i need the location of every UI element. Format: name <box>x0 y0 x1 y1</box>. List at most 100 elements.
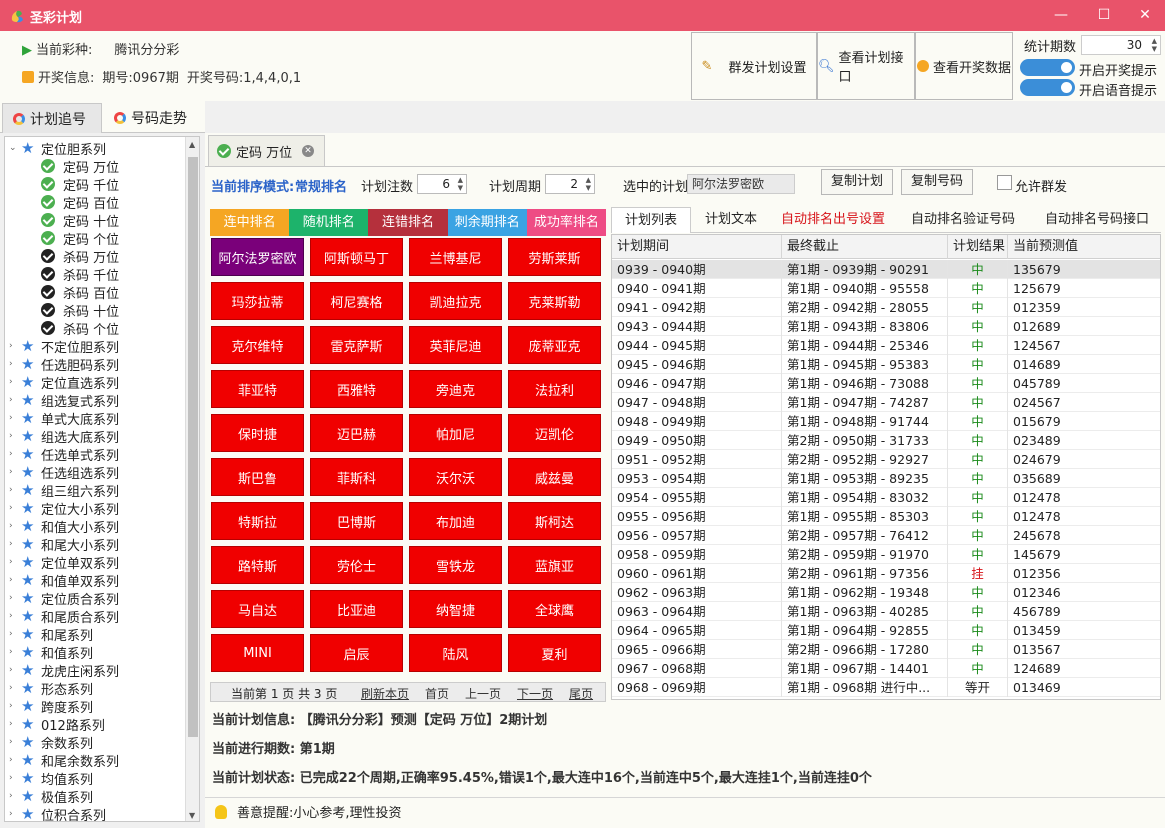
tree-group[interactable]: › ★ 任选组选系列 <box>9 463 119 482</box>
plan-button[interactable]: 斯柯达 <box>508 502 601 540</box>
plan-button[interactable]: 夏利 <box>508 634 601 672</box>
refresh-page-link[interactable]: 刷新本页 <box>361 685 409 702</box>
tree-group[interactable]: › ★ 形态系列 <box>9 679 93 698</box>
plan-tab[interactable]: 定码 万位 ✕ <box>208 135 325 166</box>
collapse-caret-icon[interactable]: › <box>9 611 21 621</box>
copy-code-button[interactable]: 复制号码 <box>901 169 973 195</box>
plan-button[interactable]: 凯迪拉克 <box>409 282 502 320</box>
plan-button[interactable]: 英菲尼迪 <box>409 326 502 364</box>
plan-button[interactable]: 比亚迪 <box>310 590 403 628</box>
tree-item[interactable]: 定码 百位 <box>41 193 119 212</box>
collapse-caret-icon[interactable]: › <box>9 485 21 495</box>
selected-plan-field[interactable]: 阿尔法罗密欧 <box>687 174 795 194</box>
tree-item[interactable]: 杀码 十位 <box>41 301 119 320</box>
tree-item[interactable]: 杀码 千位 <box>41 265 119 284</box>
collapse-caret-icon[interactable]: › <box>9 521 21 531</box>
table-row[interactable]: 0955 - 0956期 第1期 - 0955期 - 85303 中 012478 <box>612 507 1160 526</box>
plan-button[interactable]: 迈凯伦 <box>508 414 601 452</box>
tree-group[interactable]: › ★ 不定位胆系列 <box>9 337 119 356</box>
cycle-input[interactable]: 2 ▲ ▼ <box>545 174 595 194</box>
table-row[interactable]: 0947 - 0948期 第1期 - 0947期 - 74287 中 024567 <box>612 393 1160 412</box>
copy-plan-button[interactable]: 复制计划 <box>821 169 893 195</box>
plan-button[interactable]: 威兹曼 <box>508 458 601 496</box>
plan-button[interactable]: 路特斯 <box>211 546 304 584</box>
collapse-caret-icon[interactable]: › <box>9 791 21 801</box>
last-page-link[interactable]: 尾页 <box>569 685 593 702</box>
table-row[interactable]: 0968 - 0969期 第1期 - 0968期 进行中... 等开 013469 <box>612 678 1160 697</box>
tree-group[interactable]: › ★ 012路系列 <box>9 715 105 734</box>
tree-item[interactable]: 定码 万位 <box>41 157 119 176</box>
collapse-caret-icon[interactable]: › <box>9 629 21 639</box>
table-row[interactable]: 0945 - 0946期 第1期 - 0945期 - 95383 中 014689 <box>612 355 1160 374</box>
plan-button[interactable]: 庞蒂亚克 <box>508 326 601 364</box>
plan-button[interactable]: 全球鹰 <box>508 590 601 628</box>
plan-button[interactable]: 启辰 <box>310 634 403 672</box>
plan-button[interactable]: 柯尼赛格 <box>310 282 403 320</box>
tab-auto-rank-settings[interactable]: 自动排名出号设置 <box>775 207 891 233</box>
scroll-down-icon[interactable]: ▼ <box>189 811 195 820</box>
table-row[interactable]: 0956 - 0957期 第2期 - 0957期 - 76412 中 245678 <box>612 526 1160 545</box>
allow-group-checkbox[interactable] <box>997 175 1012 190</box>
rank-tab[interactable]: 连中排名 <box>210 209 290 236</box>
plan-button[interactable]: 兰博基尼 <box>409 238 502 276</box>
col-result[interactable]: 计划结果 <box>948 235 1008 259</box>
maximize-button[interactable]: ☐ <box>1093 5 1115 25</box>
plan-button[interactable]: 雷克萨斯 <box>310 326 403 364</box>
expand-caret-icon[interactable]: ⌄ <box>9 143 21 153</box>
tab-auto-rank-api[interactable]: 自动排名号码接口 <box>1035 207 1159 233</box>
table-row[interactable]: 0967 - 0968期 第1期 - 0967期 - 14401 中 124689 <box>612 659 1160 678</box>
tree-item[interactable]: 杀码 百位 <box>41 283 119 302</box>
tree-group[interactable]: › ★ 跨度系列 <box>9 697 93 716</box>
rank-tab[interactable]: 成功率排名 <box>526 209 607 236</box>
table-row[interactable]: 0960 - 0961期 第2期 - 0961期 - 97356 挂 012356 <box>612 564 1160 583</box>
table-row[interactable]: 0965 - 0966期 第2期 - 0966期 - 17280 中 013567 <box>612 640 1160 659</box>
plan-button[interactable]: 帕加尼 <box>409 414 502 452</box>
tab-plan-tracking[interactable]: 计划追号 <box>2 103 102 133</box>
draw-alert-toggle[interactable] <box>1020 59 1075 76</box>
collapse-caret-icon[interactable]: › <box>9 359 21 369</box>
tree-group[interactable]: › ★ 组选复式系列 <box>9 391 119 410</box>
collapse-caret-icon[interactable]: › <box>9 719 21 729</box>
tree-item[interactable]: 定码 个位 <box>41 229 119 248</box>
tab-number-trend[interactable]: 号码走势 <box>104 103 204 133</box>
collapse-caret-icon[interactable]: › <box>9 773 21 783</box>
plan-button[interactable]: 斯巴鲁 <box>211 458 304 496</box>
table-row[interactable]: 0951 - 0952期 第2期 - 0952期 - 92927 中 024679 <box>612 450 1160 469</box>
stat-periods-input[interactable]: 30 ▲ ▼ <box>1081 35 1161 55</box>
plan-tree[interactable]: ▲ ▼ ⌄ ★ 定位胆系列 定码 万位 定码 千位 定码 百位 定码 十位 定码 个位 杀码 万… <box>4 136 200 822</box>
plan-button[interactable]: 法拉利 <box>508 370 601 408</box>
close-tab-icon[interactable]: ✕ <box>302 145 314 157</box>
table-row[interactable]: 0949 - 0950期 第2期 - 0950期 - 31733 中 023489 <box>612 431 1160 450</box>
rank-tab[interactable]: 随机排名 <box>289 209 369 236</box>
tree-scrollbar[interactable]: ▲ ▼ <box>185 137 199 821</box>
tree-group[interactable]: › ★ 龙虎庄闲系列 <box>9 661 119 680</box>
tree-group[interactable]: › ★ 组选大底系列 <box>9 427 119 446</box>
rank-tab[interactable]: 连错排名 <box>368 209 448 236</box>
tree-group[interactable]: › ★ 定位直选系列 <box>9 373 119 392</box>
table-row[interactable]: 0941 - 0942期 第2期 - 0942期 - 28055 中 012359 <box>612 298 1160 317</box>
plan-button[interactable]: 布加迪 <box>409 502 502 540</box>
plan-button[interactable]: 马自达 <box>211 590 304 628</box>
spin-arrows-icon[interactable]: ▲ ▼ <box>1152 37 1157 53</box>
collapse-caret-icon[interactable]: › <box>9 701 21 711</box>
tree-group[interactable]: › ★ 和尾质合系列 <box>9 607 119 626</box>
collapse-caret-icon[interactable]: › <box>9 503 21 513</box>
view-data-button[interactable]: 查看开奖数据 <box>915 32 1013 100</box>
plan-button[interactable]: 陆风 <box>409 634 502 672</box>
plan-button[interactable]: 劳伦士 <box>310 546 403 584</box>
col-prediction[interactable]: 当前预测值 <box>1008 235 1160 259</box>
bets-input[interactable]: 6 ▲ ▼ <box>417 174 467 194</box>
spin-arrows-icon[interactable]: ▲ ▼ <box>586 176 591 192</box>
plan-button[interactable]: 阿尔法罗密欧 <box>211 238 304 276</box>
collapse-caret-icon[interactable]: › <box>9 575 21 585</box>
spin-arrows-icon[interactable]: ▲ ▼ <box>458 176 463 192</box>
view-api-button[interactable]: 🔍︎ 查看计划接口 <box>817 32 915 100</box>
table-row[interactable]: 0958 - 0959期 第2期 - 0959期 - 91970 中 145679 <box>612 545 1160 564</box>
tree-group[interactable]: › ★ 极值系列 <box>9 787 93 806</box>
tree-group[interactable]: › ★ 单式大底系列 <box>9 409 119 428</box>
table-row[interactable]: 0940 - 0941期 第1期 - 0940期 - 95558 中 125679 <box>612 279 1160 298</box>
next-page-link[interactable]: 下一页 <box>517 685 553 702</box>
tree-group[interactable]: › ★ 和尾系列 <box>9 625 93 644</box>
collapse-caret-icon[interactable]: › <box>9 557 21 567</box>
plan-button[interactable]: 沃尔沃 <box>409 458 502 496</box>
